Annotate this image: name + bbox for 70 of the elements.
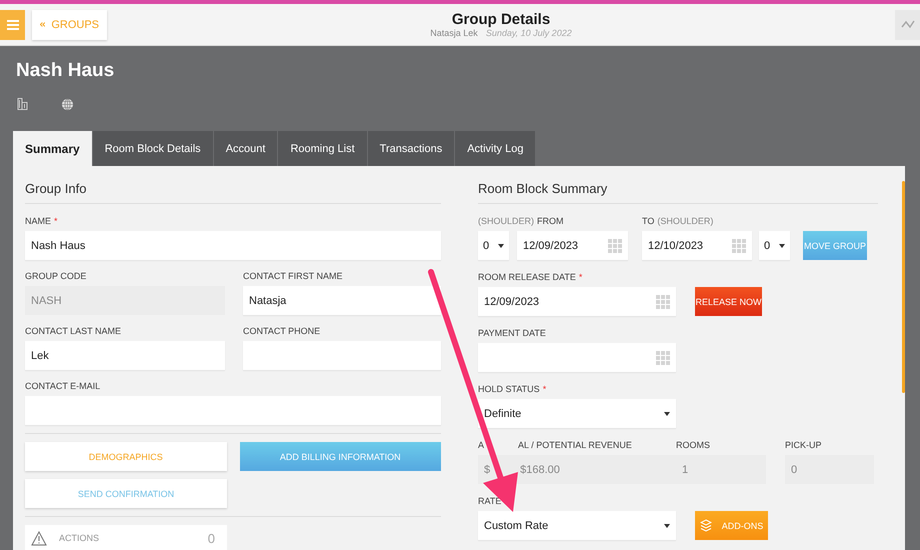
field-label: RATE [478, 495, 502, 507]
field-label: CONTACT LAST NAME [25, 325, 122, 337]
tab[interactable]: Rooming List [278, 131, 367, 166]
field-label: PAYMENT DATE [478, 327, 546, 339]
building-icon [17, 98, 28, 110]
section-title: Group Info [25, 166, 441, 204]
input-field[interactable]: Nash Haus [25, 231, 441, 260]
select-field[interactable]: 0 [759, 231, 790, 260]
field-label: AL / POTENTIAL REVENUE [518, 439, 632, 451]
field-label: (SHOULDER) [478, 215, 534, 227]
field-label: GROUP CODE [25, 270, 86, 282]
input-field[interactable]: Lek [25, 341, 225, 370]
readonly-field: $ $168.00 [478, 455, 676, 484]
field-label: (SHOULDER) [657, 215, 714, 227]
caret-icon [664, 524, 670, 528]
field-label: HOLD STATUS [478, 383, 540, 395]
tab[interactable]: Room Block Details [92, 131, 213, 166]
field-label: TO [642, 215, 654, 227]
actions-count: 0 [208, 530, 215, 546]
field-label: FROM [537, 215, 564, 227]
activity-button[interactable] [895, 10, 920, 40]
actions-label: ACTIONS [59, 533, 100, 543]
warning-icon [31, 530, 47, 546]
input-field: NASH [25, 286, 225, 315]
field-label: NAME [25, 215, 52, 227]
required-mark: * [578, 271, 582, 283]
caret-icon [664, 412, 670, 416]
calendar-icon [656, 294, 670, 308]
required-mark: * [54, 215, 58, 227]
select-field[interactable]: 0 [478, 231, 509, 260]
input-field[interactable]: Natasja [243, 286, 441, 315]
tab[interactable]: Transactions [368, 131, 454, 166]
globe-icon [61, 98, 74, 110]
double-chevron-icon [40, 20, 46, 29]
required-mark: * [542, 383, 546, 395]
group-name: Nash Haus [16, 60, 116, 82]
date-text: Sunday, 10 July 2022 [486, 28, 572, 38]
date-field[interactable] [478, 343, 676, 372]
date-field[interactable]: 12/10/2023 [642, 231, 752, 260]
section-title: Room Block Summary [478, 166, 878, 204]
caret-icon [779, 244, 785, 248]
readonly-field: 0 [785, 455, 874, 484]
calendar-icon [732, 238, 746, 252]
readonly-field: 1 [676, 455, 766, 484]
select-field[interactable]: Custom Rate [478, 511, 676, 540]
release-now-button[interactable]: RELEASE NOW [695, 287, 762, 316]
calendar-icon [608, 238, 622, 252]
field-label: PICK-UP [785, 439, 822, 451]
date-field[interactable]: 12/09/2023 [517, 231, 628, 260]
field-label: CONTACT PHONE [243, 325, 320, 337]
field-label: ROOMS [676, 439, 710, 451]
field-label: CONTACT E-MAIL [25, 380, 100, 392]
menu-icon [6, 20, 18, 30]
date-field[interactable]: 12/09/2023 [478, 287, 676, 316]
field-label: ROOM RELEASE DATE [478, 271, 576, 283]
select-field[interactable]: Definite [478, 399, 676, 428]
tab[interactable]: Account [214, 131, 278, 166]
input-field[interactable] [25, 396, 441, 425]
user-name: Natasja Lek [430, 28, 478, 38]
field-label: A [478, 439, 484, 451]
input-field[interactable] [243, 341, 441, 370]
caret-icon [498, 244, 504, 248]
line-chart-icon [900, 20, 914, 29]
calendar-icon [656, 350, 670, 364]
layers-icon [700, 519, 712, 532]
menu-button[interactable] [0, 10, 25, 40]
tab[interactable]: Activity Log [455, 131, 536, 166]
field-label: CONTACT FIRST NAME [243, 270, 343, 282]
tab[interactable]: Summary [13, 131, 92, 166]
page-title: Group Details [450, 10, 552, 28]
